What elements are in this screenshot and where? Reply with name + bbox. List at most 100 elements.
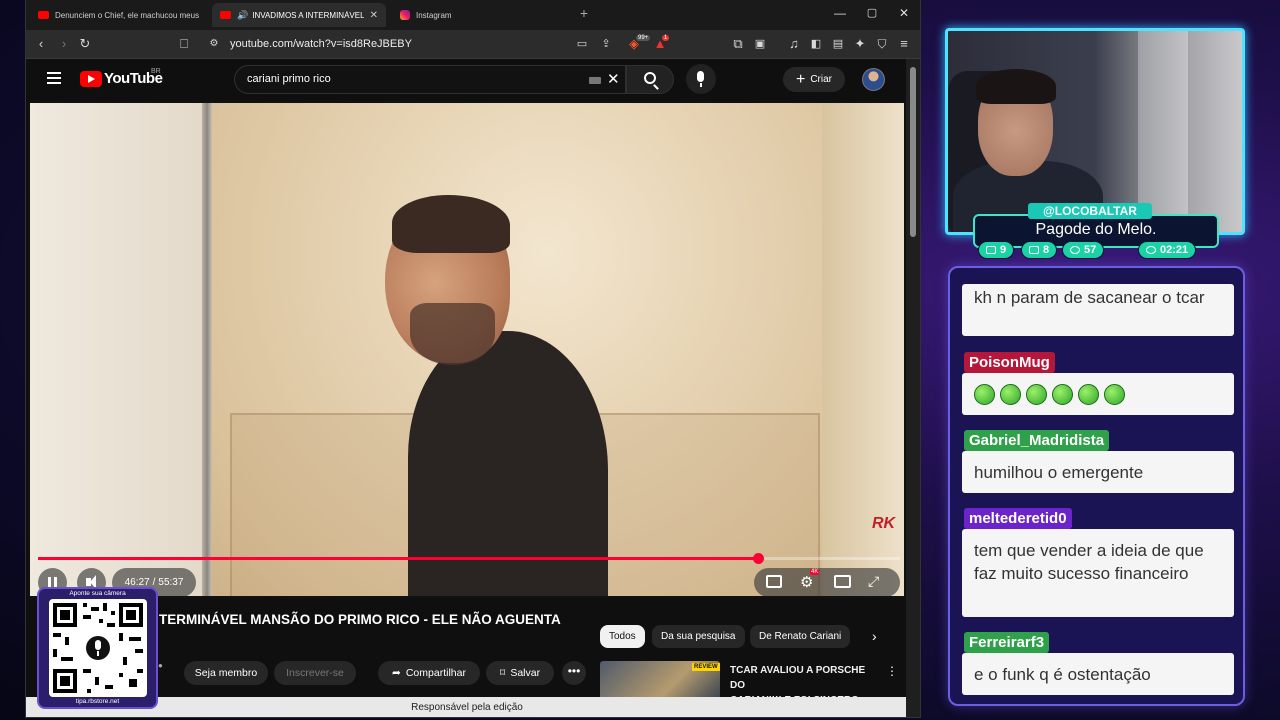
save-button[interactable]: ⌑ Salvar bbox=[486, 661, 554, 685]
stat-value: 9 bbox=[1000, 244, 1007, 256]
search-query[interactable]: cariani primo rico bbox=[247, 73, 331, 85]
youtube-viewers-badge: 8 bbox=[1021, 241, 1058, 259]
kebab-menu-icon[interactable]: ⋮ bbox=[886, 664, 898, 678]
scrollbar-thumb[interactable] bbox=[910, 67, 916, 237]
join-button[interactable]: Seja membro bbox=[184, 661, 268, 685]
back-icon[interactable]: ‹ bbox=[33, 36, 49, 52]
video-thumbnail[interactable]: REVIEW bbox=[600, 661, 720, 701]
share-icon[interactable]: ⇪ bbox=[598, 36, 614, 52]
time-separator: / bbox=[152, 577, 156, 588]
chat-message-text: kh n param de sacanear o tcar bbox=[962, 284, 1234, 336]
media-icon[interactable]: ♫ bbox=[786, 36, 802, 52]
reload-icon[interactable]: ↻ bbox=[77, 36, 93, 52]
shield-count-badge: 99+ bbox=[636, 35, 651, 41]
qr-code-icon bbox=[49, 599, 147, 697]
video-frame-content bbox=[392, 195, 510, 253]
browser-window: Denunciem o Chief, ele machucou meus sen… bbox=[25, 0, 921, 718]
recommended-video[interactable]: REVIEW TCAR AVALIOU A PORSCHE DO CARIANI… bbox=[600, 661, 900, 706]
total-duration: 55:37 bbox=[158, 577, 184, 588]
volume-icon bbox=[86, 575, 96, 589]
hamburger-menu-icon[interactable] bbox=[47, 72, 61, 84]
tab-instagram[interactable]: Instagram bbox=[392, 3, 562, 27]
share-label: Compartilhar bbox=[405, 667, 466, 679]
create-label: Criar bbox=[810, 74, 832, 85]
subtitles-icon[interactable] bbox=[766, 575, 782, 588]
clear-search-icon[interactable]: ✕ bbox=[607, 70, 620, 88]
settings-gear-icon[interactable]: ⚙ 4K bbox=[800, 569, 820, 591]
verified-icon: ● bbox=[158, 661, 163, 670]
chat-username: PoisonMug bbox=[964, 352, 1055, 373]
speaker-icon: 🔊 bbox=[237, 9, 249, 20]
more-actions-button[interactable]: ••• bbox=[562, 661, 586, 685]
video-player[interactable]: RK 46:27 / 55:37 ⚙ 4K ⤢ bbox=[28, 101, 906, 598]
extensions-icon[interactable]: ⧉ bbox=[730, 36, 746, 52]
twitch-viewers-badge: 9 bbox=[978, 241, 1015, 259]
wallet-icon[interactable]: ▤ bbox=[830, 36, 846, 52]
stat-value: 57 bbox=[1084, 244, 1097, 256]
leo-ai-icon[interactable]: ✦ bbox=[852, 36, 868, 52]
emote-icon bbox=[1000, 384, 1021, 406]
youtube-icon bbox=[38, 11, 49, 19]
uptime-badge: 02:21 bbox=[1138, 241, 1197, 259]
chat-message-text: humilhou o emergente bbox=[962, 451, 1234, 493]
keyboard-icon[interactable] bbox=[589, 77, 601, 84]
region-code: BR bbox=[151, 68, 161, 75]
kick-viewers-badge: 57 bbox=[1062, 241, 1105, 259]
close-window-icon[interactable]: ✕ bbox=[896, 6, 912, 20]
chip-da-sua-pesquisa[interactable]: Da sua pesquisa bbox=[652, 625, 745, 648]
chat-username: Ferreirarf3 bbox=[964, 632, 1050, 653]
chip-todos[interactable]: Todos bbox=[600, 625, 645, 648]
twitch-icon bbox=[986, 246, 996, 254]
tab-youtube-mansao[interactable]: 🔊 INVADIMOS A INTERMINÁVEL MAN ✕ bbox=[212, 3, 386, 27]
emote-icon bbox=[1026, 384, 1047, 406]
webcam-content bbox=[976, 69, 1056, 104]
search-input[interactable]: cariani primo rico ✕ bbox=[234, 65, 626, 94]
chat-panel: kh n param de sacanear o tcar PoisonMug … bbox=[948, 266, 1245, 706]
new-tab-button[interactable]: + bbox=[576, 5, 592, 21]
chat-message-text: tem que vender a ideia de que faz muito … bbox=[962, 529, 1234, 617]
fullscreen-icon[interactable]: ⤢ bbox=[868, 573, 884, 589]
avatar[interactable] bbox=[862, 68, 885, 91]
bookmark-icon[interactable]: ⎕ bbox=[176, 36, 192, 52]
screenshot-icon[interactable]: ▣ bbox=[752, 36, 768, 52]
qr-overlay: Aponte sua câmera tipa.rbstore.net bbox=[37, 587, 158, 709]
site-settings-icon[interactable]: ⚙ bbox=[206, 36, 222, 52]
youtube-logo-icon[interactable] bbox=[80, 71, 102, 87]
save-icon: ⌑ bbox=[499, 667, 506, 679]
minimize-icon[interactable]: — bbox=[832, 6, 848, 20]
youtube-header: YouTube BR cariani primo rico ✕ + Criar bbox=[26, 59, 908, 101]
channel-watermark[interactable]: RK bbox=[872, 515, 895, 533]
qr-caption-bottom: tipa.rbstore.net bbox=[75, 698, 120, 705]
forward-icon[interactable]: › bbox=[56, 36, 72, 52]
menu-icon[interactable]: ≡ bbox=[896, 36, 912, 52]
scrollbar[interactable] bbox=[906, 59, 920, 717]
video-frame-content bbox=[202, 103, 212, 596]
emote-icon bbox=[1052, 384, 1073, 406]
scrubber-handle[interactable] bbox=[752, 553, 764, 564]
maximize-icon[interactable]: ▢ bbox=[864, 6, 880, 19]
browser-toolbar: ‹ › ↻ ⎕ ⚙ youtube.com/watch?v=isd8ReJBEB… bbox=[26, 30, 920, 59]
subscribe-button[interactable]: Inscrever-se bbox=[274, 661, 356, 685]
chevron-right-icon[interactable]: › bbox=[872, 628, 877, 644]
recommended-title-line: TCAR AVALIOU A PORSCHE DO bbox=[730, 665, 866, 691]
cast-icon[interactable]: ▭ bbox=[574, 36, 590, 52]
emote-icon bbox=[1104, 384, 1125, 406]
vpn-icon[interactable]: ⛉ bbox=[874, 36, 890, 52]
streamer-handle: @LOCOBALTAR bbox=[1028, 203, 1152, 219]
thumbnail-tag: REVIEW bbox=[692, 663, 720, 671]
tab-youtube-chief[interactable]: Denunciem o Chief, ele machucou meus sen… bbox=[30, 3, 208, 27]
create-button[interactable]: + Criar bbox=[783, 67, 845, 92]
share-button[interactable]: ➦ Compartilhar bbox=[378, 661, 480, 685]
chat-message-emotes bbox=[962, 373, 1234, 415]
search-icon bbox=[644, 72, 656, 84]
voice-search-button[interactable] bbox=[686, 64, 716, 94]
save-label: Salvar bbox=[510, 667, 541, 679]
close-tab-icon[interactable]: ✕ bbox=[370, 10, 378, 21]
chip-de-renato-cariani[interactable]: De Renato Cariani bbox=[750, 625, 851, 648]
search-button[interactable] bbox=[626, 65, 674, 94]
address-bar[interactable]: youtube.com/watch?v=isd8ReJBEBY bbox=[230, 38, 412, 50]
miniplayer-icon[interactable] bbox=[834, 575, 851, 588]
sidebar-icon[interactable]: ◧ bbox=[808, 36, 824, 52]
progress-bar[interactable] bbox=[38, 553, 900, 564]
tab-strip: Denunciem o Chief, ele machucou meus sen… bbox=[26, 0, 920, 30]
